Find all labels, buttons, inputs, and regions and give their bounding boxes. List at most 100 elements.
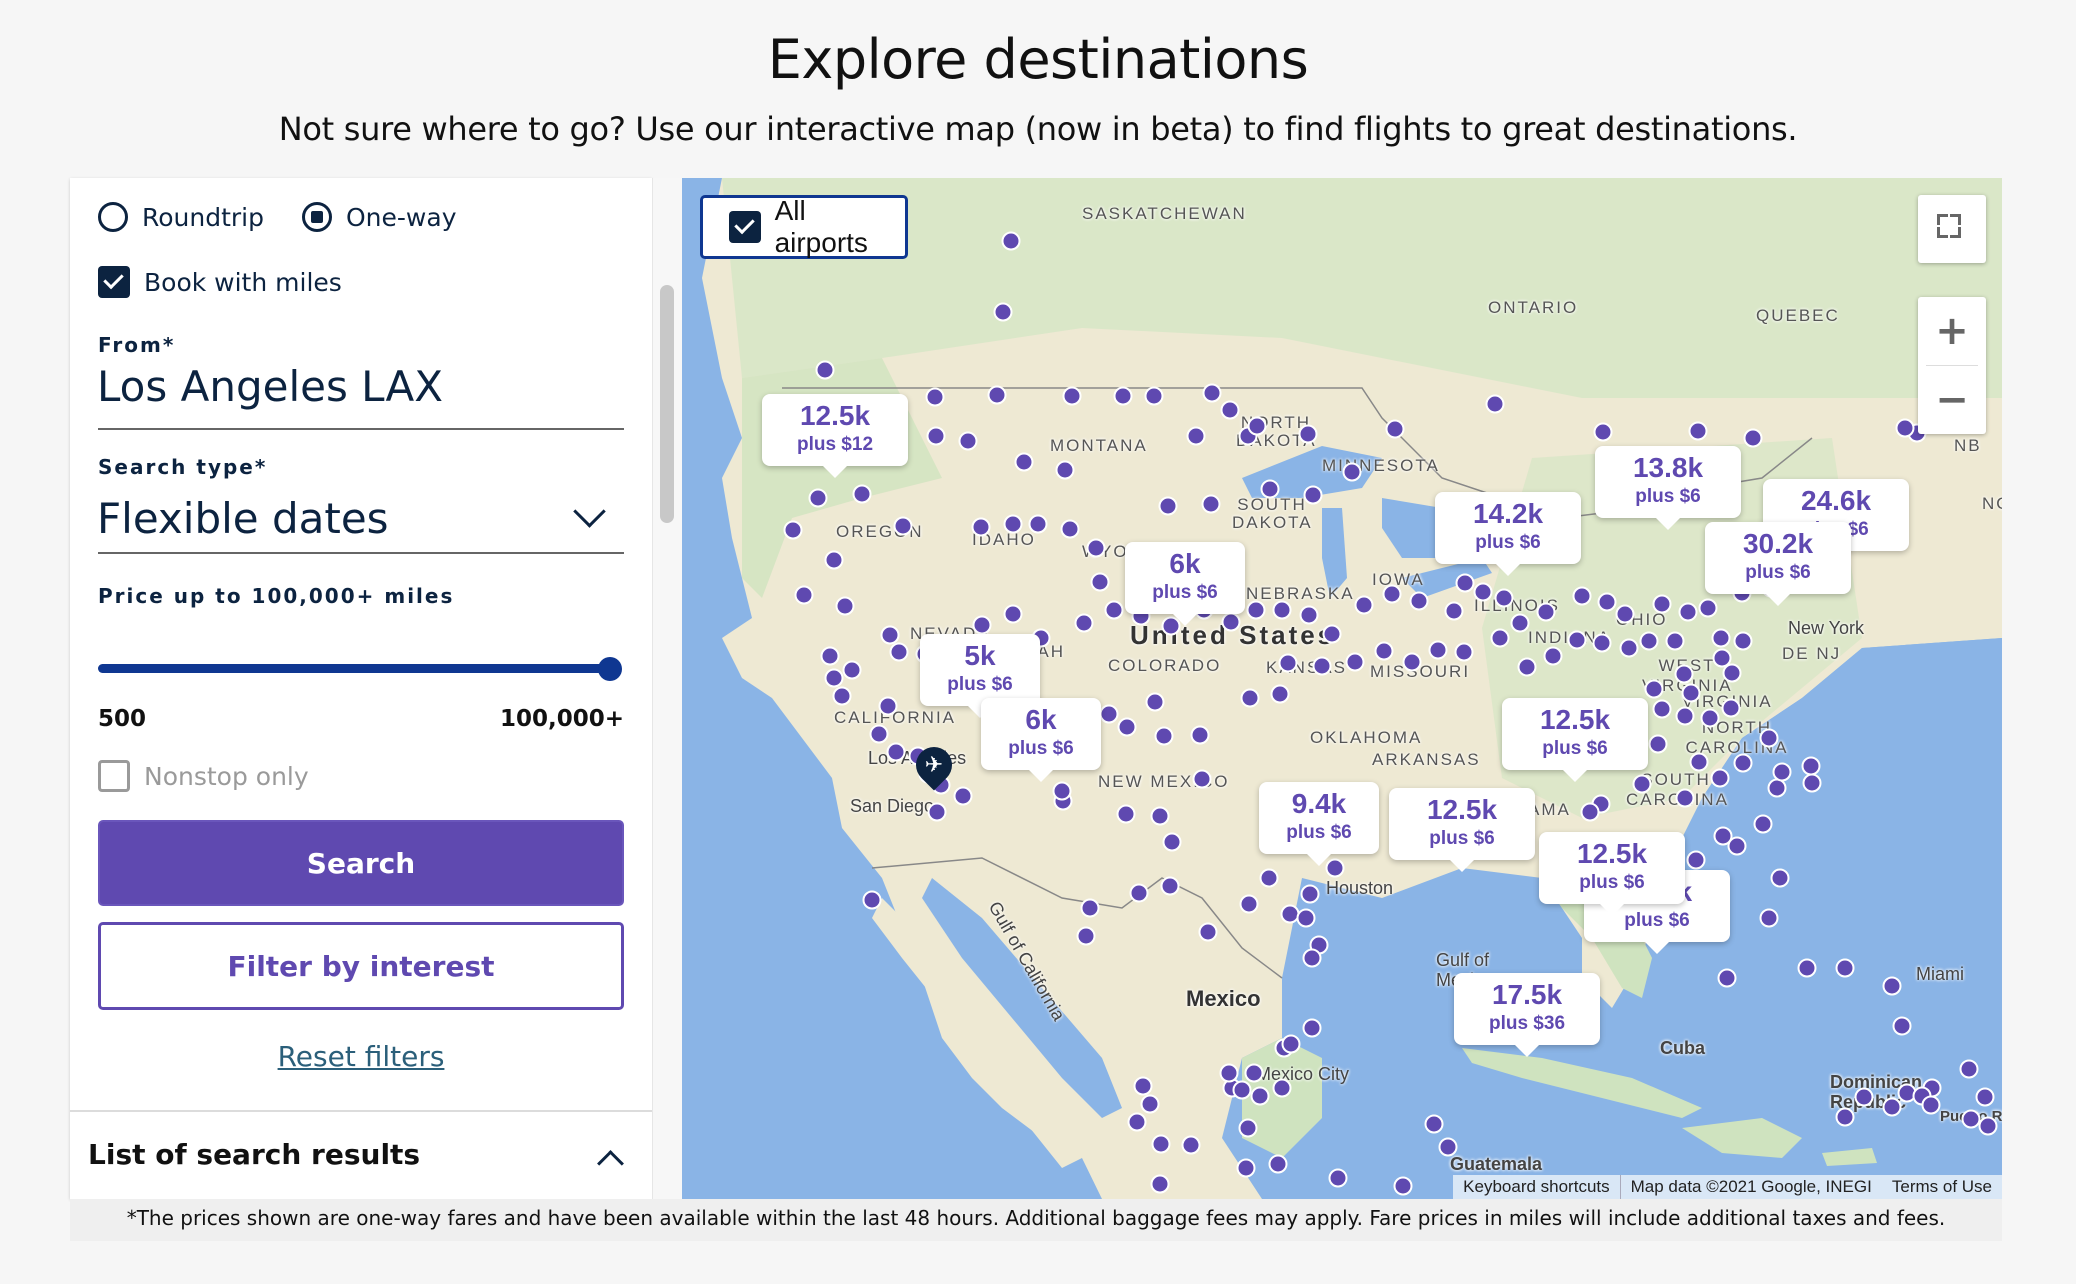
airport-dot[interactable] (1144, 386, 1164, 406)
airport-dot[interactable] (1975, 1087, 1995, 1107)
airport-dot[interactable] (1198, 922, 1218, 942)
airport-dot[interactable] (1632, 774, 1652, 794)
airport-dot[interactable] (971, 517, 991, 537)
airport-dot[interactable] (1681, 683, 1701, 703)
airport-dot[interactable] (1239, 894, 1259, 914)
airport-dot[interactable] (1299, 605, 1319, 625)
airport-dot[interactable] (1201, 494, 1221, 514)
airport-dot[interactable] (1270, 684, 1290, 704)
airport-dot[interactable] (1689, 752, 1709, 772)
airport-dot[interactable] (1717, 968, 1737, 988)
airport-dot[interactable] (1232, 1080, 1252, 1100)
airport-dot[interactable] (1686, 850, 1706, 870)
airport-dot[interactable] (1644, 679, 1664, 699)
airport-dot[interactable] (794, 585, 814, 605)
price-tag[interactable]: 5k plus $6 (920, 634, 1040, 718)
price-tag[interactable]: 30.2k plus $6 (1705, 522, 1851, 606)
airport-dot[interactable] (1278, 653, 1298, 673)
airport-dot[interactable] (1473, 582, 1493, 602)
airport-dot[interactable] (1181, 1135, 1201, 1155)
airport-dot[interactable] (953, 786, 973, 806)
airport-dot[interactable] (925, 387, 945, 407)
airport-dot[interactable] (835, 596, 855, 616)
airport-dot[interactable] (1302, 948, 1322, 968)
airport-dot[interactable] (1062, 386, 1082, 406)
airport-dot[interactable] (1428, 640, 1448, 660)
airport-dot[interactable] (1162, 832, 1182, 852)
airport-dot[interactable] (1192, 769, 1212, 789)
airport-dot[interactable] (1698, 598, 1718, 618)
airport-dot[interactable] (1052, 781, 1072, 801)
airport-dot[interactable] (1759, 728, 1779, 748)
fullscreen-button[interactable] (1918, 195, 1986, 263)
airport-dot[interactable] (1665, 631, 1685, 651)
price-tag[interactable]: 14.2k plus $6 (1435, 492, 1581, 576)
airport-dot[interactable] (1543, 646, 1563, 666)
airport-dot[interactable] (1303, 485, 1323, 505)
airport-dot[interactable] (1921, 1095, 1941, 1115)
airport-dot[interactable] (1322, 624, 1342, 644)
airport-dot[interactable] (1244, 1063, 1264, 1083)
search-button[interactable]: Search (98, 820, 624, 906)
airport-dot[interactable] (1485, 394, 1505, 414)
airport-dot[interactable] (1133, 1076, 1153, 1096)
airport-dot[interactable] (1409, 591, 1429, 611)
zoom-out-button[interactable]: − (1918, 366, 1986, 434)
airport-dot[interactable] (1536, 602, 1556, 622)
airport-dot[interactable] (1060, 519, 1080, 539)
airport-dot[interactable] (783, 520, 803, 540)
price-tag[interactable]: 12.5k plus $6 (1539, 832, 1685, 916)
from-input[interactable]: Los Angeles LAX (97, 362, 443, 411)
price-tag[interactable]: 12.5k plus $6 (1389, 788, 1535, 872)
airport-dot[interactable] (1567, 630, 1587, 650)
airport-dot[interactable] (1721, 698, 1741, 718)
airport-dot[interactable] (1220, 400, 1240, 420)
airport-dot[interactable] (1238, 1118, 1258, 1138)
airport-dot[interactable] (824, 550, 844, 570)
airport-dot[interactable] (1001, 231, 1021, 251)
airport-dot[interactable] (1490, 628, 1510, 648)
airport-dot[interactable] (1438, 1137, 1458, 1157)
airport-dot[interactable] (842, 660, 862, 680)
price-slider-thumb[interactable] (598, 657, 622, 681)
airport-dot[interactable] (1342, 462, 1362, 482)
airport-dot[interactable] (889, 642, 909, 662)
airport-dot[interactable] (1240, 688, 1260, 708)
filter-by-interest-button[interactable]: Filter by interest (98, 922, 624, 1010)
checkbox-unchecked[interactable] (98, 760, 130, 792)
airport-dot[interactable] (820, 646, 840, 666)
airport-dot[interactable] (1597, 592, 1617, 612)
price-tag[interactable]: 6k plus $6 (981, 698, 1101, 782)
radio-roundtrip[interactable]: Roundtrip (98, 202, 264, 232)
airport-dot[interactable] (1593, 422, 1613, 442)
airport-dot[interactable] (1393, 1176, 1413, 1196)
airport-dot[interactable] (1116, 804, 1136, 824)
radio-button[interactable] (302, 202, 332, 232)
airport-dot[interactable] (1260, 479, 1280, 499)
checkbox-checked[interactable] (98, 266, 130, 298)
airport-dot[interactable] (1517, 657, 1537, 677)
all-airports-toggle[interactable]: All airports (700, 195, 908, 259)
airport-dot[interactable] (1743, 428, 1763, 448)
airport-dot[interactable] (1281, 1034, 1301, 1054)
airport-dot[interactable] (958, 431, 978, 451)
map[interactable]: SASKATCHEWAN ONTARIO QUEBEC NB NOVA SC M… (682, 178, 2002, 1199)
airport-dot[interactable] (1028, 514, 1048, 534)
airport-dot[interactable] (1086, 538, 1106, 558)
airport-dot[interactable] (1129, 883, 1149, 903)
airport-dot[interactable] (1158, 496, 1178, 516)
airport-dot[interactable] (1150, 1174, 1170, 1194)
airport-dot[interactable] (893, 516, 913, 536)
radio-one-way[interactable]: One-way (302, 202, 457, 232)
airport-dot[interactable] (993, 302, 1013, 322)
keyboard-shortcuts-link[interactable]: Keyboard shortcuts (1453, 1177, 1619, 1197)
airport-dot[interactable] (1454, 642, 1474, 662)
airport-dot[interactable] (1802, 773, 1822, 793)
airport-dot[interactable] (1619, 638, 1639, 658)
airport-dot[interactable] (1140, 1094, 1160, 1114)
airport-dot[interactable] (1074, 613, 1094, 633)
airport-dot[interactable] (1615, 604, 1635, 624)
airport-dot[interactable] (878, 696, 898, 716)
airport-dot[interactable] (1424, 1114, 1444, 1134)
airport-dot[interactable] (1090, 572, 1110, 592)
